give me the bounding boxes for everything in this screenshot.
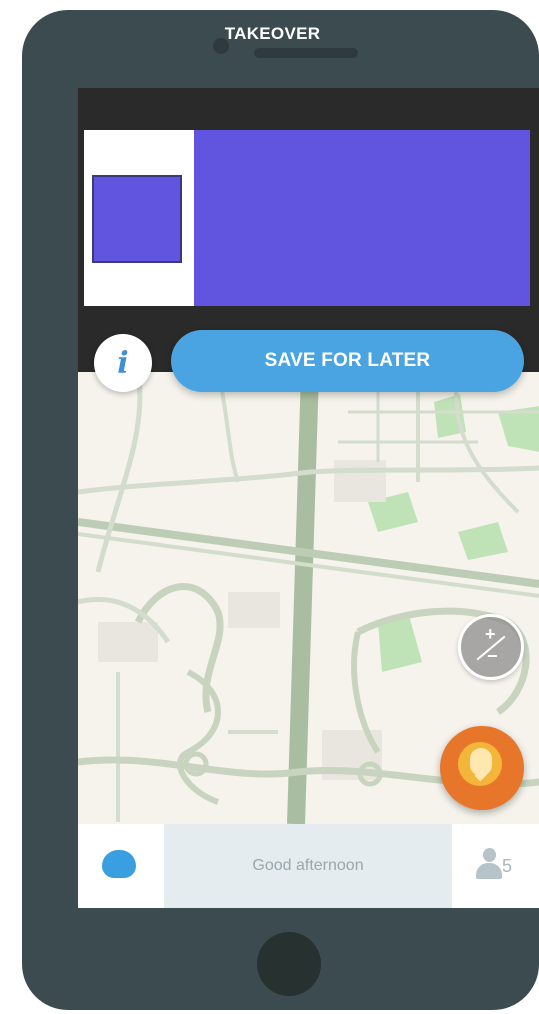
app-screen: i SAVE FOR LATER + − Good afternoon 5 (78, 88, 539, 908)
zoom-in-icon[interactable]: + (485, 625, 496, 643)
camera-icon (213, 38, 229, 54)
takeover-ad-banner[interactable] (84, 130, 530, 306)
info-icon: i (117, 345, 129, 381)
info-button[interactable]: i (94, 334, 152, 392)
speaker-grille (254, 48, 358, 58)
friends-count: 5 (502, 856, 513, 876)
ad-image[interactable] (194, 130, 530, 306)
zoom-out-icon[interactable]: − (487, 647, 498, 665)
ad-thumbnail[interactable] (92, 175, 182, 263)
person-icon-head (483, 848, 496, 862)
save-for-later-label: SAVE FOR LATER (264, 350, 431, 371)
save-for-later-button[interactable]: SAVE FOR LATER (171, 330, 524, 392)
menu-button[interactable] (78, 824, 164, 908)
report-button[interactable] (440, 726, 524, 810)
main-road (287, 372, 319, 824)
road (177, 669, 221, 805)
friends-button[interactable]: 5 (452, 824, 539, 908)
bottom-bar: Good afternoon 5 (78, 824, 539, 908)
building-block (98, 622, 158, 662)
takeover-label: TAKEOVER (224, 24, 321, 43)
park-area (458, 522, 508, 560)
building-block (334, 460, 386, 502)
home-button[interactable] (257, 932, 321, 996)
building-block (228, 592, 280, 628)
zoom-control[interactable]: + − (458, 614, 524, 680)
status-area[interactable]: Good afternoon (164, 824, 452, 908)
greeting-text: Good afternoon (252, 857, 364, 874)
waze-icon (102, 850, 136, 878)
person-icon-body (476, 863, 502, 879)
person-icon (476, 848, 502, 882)
phone-frame: TAKEOVER i SAVE FOR LATER + − Good after… (22, 10, 539, 1010)
